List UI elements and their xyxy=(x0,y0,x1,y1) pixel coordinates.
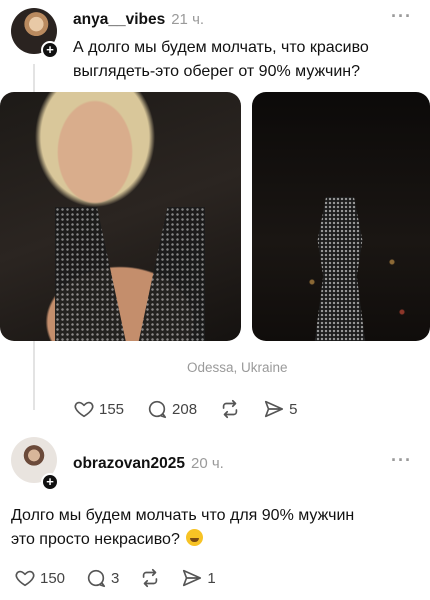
more-icon[interactable]: ··· xyxy=(391,450,412,471)
like-button[interactable]: 150 xyxy=(14,567,65,589)
comment-count: 3 xyxy=(111,569,120,587)
reply-timestamp: 20 ч. xyxy=(191,455,224,472)
share-count: 1 xyxy=(207,569,216,587)
photo-detail xyxy=(314,197,366,341)
post-photo[interactable] xyxy=(252,92,430,341)
laughing-emoji-icon xyxy=(186,529,204,546)
comment-button[interactable]: 3 xyxy=(85,567,119,589)
photo-detail xyxy=(55,207,205,341)
post-username[interactable]: anya__vibes 21 ч. xyxy=(73,11,204,29)
comment-icon xyxy=(87,569,106,588)
location-tag[interactable]: Odessa, Ukraine xyxy=(187,360,288,375)
repost-button[interactable] xyxy=(139,567,161,589)
reply-text: Долго мы будем молчать что для 90% мужчи… xyxy=(11,504,371,552)
heart-icon xyxy=(74,401,94,418)
post-photo[interactable] xyxy=(0,92,241,341)
like-button[interactable]: 155 xyxy=(73,398,124,420)
like-count: 155 xyxy=(99,400,125,418)
share-button[interactable]: 5 xyxy=(263,398,297,420)
share-icon xyxy=(264,400,284,418)
reply-username[interactable]: obrazovan2025 20 ч. xyxy=(73,455,224,473)
comment-icon xyxy=(148,400,167,419)
reply-actions: 150 3 1 xyxy=(14,566,236,590)
share-button[interactable]: 1 xyxy=(181,567,216,589)
plus-icon[interactable]: + xyxy=(41,41,59,59)
post-username-text[interactable]: anya__vibes xyxy=(73,11,165,28)
more-icon[interactable]: ··· xyxy=(391,6,412,27)
repost-icon xyxy=(143,568,158,588)
plus-icon[interactable]: + xyxy=(41,473,59,491)
post-actions: 155 208 5 xyxy=(73,397,319,421)
post-timestamp: 21 ч. xyxy=(171,11,205,28)
comment-count: 208 xyxy=(172,400,198,418)
reply-username-text[interactable]: obrazovan2025 xyxy=(73,455,185,472)
reply-text-content: Долго мы будем молчать что для 90% мужчи… xyxy=(11,507,355,548)
share-count: 5 xyxy=(289,400,298,418)
repost-icon xyxy=(222,399,238,419)
post-text: А долго мы будем молчать, что красиво вы… xyxy=(73,39,369,80)
comment-button[interactable]: 208 xyxy=(146,398,197,420)
share-icon xyxy=(183,569,202,587)
heart-icon xyxy=(15,570,35,587)
like-count: 150 xyxy=(40,569,66,587)
repost-button[interactable] xyxy=(219,398,241,420)
